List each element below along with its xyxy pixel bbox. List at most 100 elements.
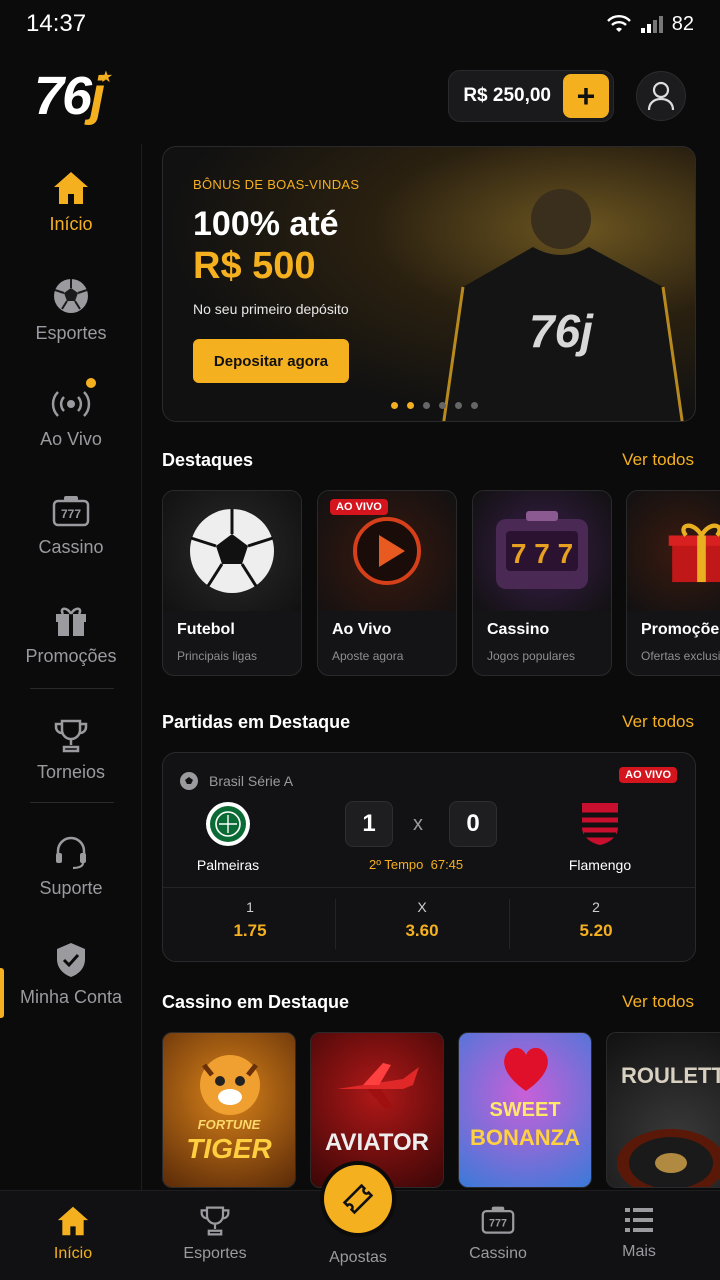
sidebar-item-torneios[interactable]: Torneios xyxy=(0,700,142,800)
away-team[interactable]: Flamengo xyxy=(535,801,665,873)
sidebar-item-ao-vivo[interactable]: Ao Vivo xyxy=(0,368,142,468)
tab-apostas[interactable]: Apostas xyxy=(303,1249,413,1267)
carousel-dot[interactable] xyxy=(391,402,398,409)
tab-esportes[interactable]: Esportes xyxy=(160,1205,270,1263)
game-card-sweet-bonanza[interactable]: SWEET BONANZA xyxy=(458,1032,592,1188)
slot-machine-icon: 7 7 7 xyxy=(496,511,588,589)
odd-divider xyxy=(509,899,510,949)
game-card-aviator[interactable]: AVIATOR xyxy=(310,1032,444,1188)
game-title: AVIATOR xyxy=(324,1129,429,1156)
balance-pill[interactable]: R$ 250,00 + xyxy=(448,70,614,122)
sidebar-item-promocoes[interactable]: Promoções xyxy=(0,584,142,684)
odds-divider xyxy=(163,887,695,888)
svg-text:777: 777 xyxy=(489,1217,507,1229)
sidebar-item-label: Esportes xyxy=(35,322,107,343)
odd-label: 2 xyxy=(592,899,600,915)
soccer-ball-icon xyxy=(54,278,88,313)
tab-label: Início xyxy=(53,1245,93,1262)
sidebar-item-label: Cassino xyxy=(38,536,104,557)
odd-draw[interactable]: X 3.60 xyxy=(337,899,507,941)
featured-match-card[interactable]: Brasil Série A AO VIVO Palmeiras 1 x 0 F… xyxy=(162,752,696,962)
card-subtitle: Jogos populares xyxy=(487,649,576,663)
odd-value: 1.75 xyxy=(233,921,267,940)
play-icon xyxy=(353,517,421,585)
sidebar-item-esportes[interactable]: Esportes xyxy=(0,260,142,360)
live-badge: AO VIVO xyxy=(330,499,388,515)
tab-mais[interactable]: Mais xyxy=(584,1205,694,1261)
away-score: 0 xyxy=(449,801,497,847)
odd-value: 3.60 xyxy=(405,921,439,940)
card-subtitle: Principais ligas xyxy=(177,649,258,663)
carousel-dot[interactable] xyxy=(455,402,462,409)
trophy-icon xyxy=(200,1206,230,1236)
carousel-dot[interactable] xyxy=(471,402,478,409)
gift-icon xyxy=(668,523,720,583)
sidebar-item-suporte[interactable]: Suporte xyxy=(0,816,142,916)
logo-star-icon: ★ xyxy=(98,69,113,86)
tab-inicio[interactable]: Início xyxy=(18,1205,128,1263)
profile-button[interactable] xyxy=(636,71,686,121)
carousel-dot[interactable] xyxy=(439,402,446,409)
headset-icon xyxy=(56,836,86,869)
sidebar-item-label: Promoções xyxy=(25,645,117,666)
sidebar-item-label: Torneios xyxy=(36,761,106,782)
match-period: 2º Tempo xyxy=(369,857,424,872)
tab-label: Apostas xyxy=(329,1249,387,1266)
status-icons: 82 xyxy=(606,13,694,36)
tab-cassino[interactable]: 777 Cassino xyxy=(443,1205,553,1263)
game-title-top: SWEET xyxy=(489,1099,561,1121)
sidebar-divider xyxy=(30,688,114,689)
status-bar: 14:37 82 xyxy=(0,0,720,48)
sidebar-item-minha-conta[interactable]: Minha Conta xyxy=(0,924,142,1024)
game-title-top: FORTUNE xyxy=(197,1117,261,1132)
sidebar-item-inicio[interactable]: Início xyxy=(0,152,142,252)
balance-amount: R$ 250,00 xyxy=(463,85,551,106)
sidebar-item-cassino[interactable]: 777 Cassino xyxy=(0,476,142,576)
carousel-dots xyxy=(391,402,478,409)
match-league: Brasil Série A xyxy=(179,771,293,791)
matches-see-all-link[interactable]: Ver todos xyxy=(622,712,694,732)
brand-logo[interactable]: 76j ★ xyxy=(34,65,113,127)
carousel-dot[interactable] xyxy=(423,402,430,409)
match-time: 67:45 xyxy=(430,857,464,872)
game-card-roulette[interactable]: ROULETTE xyxy=(606,1032,720,1188)
sidebar-item-label: Ao Vivo xyxy=(40,428,102,449)
highlight-card-promocoes[interactable]: Promoções Ofertas exclusivas xyxy=(626,490,720,676)
odd-divider xyxy=(335,899,336,949)
deposit-now-button[interactable]: Depositar agora xyxy=(193,339,349,383)
banner-amount: R$ 500 xyxy=(193,245,316,287)
live-broadcast-icon xyxy=(51,390,91,417)
gift-icon xyxy=(56,607,86,636)
card-subtitle: Aposte agora xyxy=(332,649,404,663)
app-header: 76j ★ R$ 250,00 + xyxy=(0,48,720,144)
carousel-dot[interactable] xyxy=(407,402,414,409)
game-card-fortune-tiger[interactable]: FORTUNE TIGER xyxy=(162,1032,296,1188)
sidebar-item-label: Suporte xyxy=(39,877,103,898)
flamengo-crest-icon xyxy=(582,803,618,845)
section-title-matches: Partidas em Destaque xyxy=(162,712,351,732)
bet-slip-button[interactable] xyxy=(324,1165,392,1233)
deposit-button[interactable]: + xyxy=(563,74,609,118)
live-badge: AO VIVO xyxy=(619,767,677,783)
away-team-name: Flamengo xyxy=(568,857,632,873)
highlights-see-all-link[interactable]: Ver todos xyxy=(622,450,694,470)
casino-see-all-link[interactable]: Ver todos xyxy=(622,992,694,1012)
highlight-card-futebol[interactable]: Futebol Principais ligas xyxy=(162,490,302,676)
odd-home[interactable]: 1 1.75 xyxy=(165,899,335,941)
tab-label: Esportes xyxy=(183,1245,247,1262)
promo-banner[interactable]: 76j BÔNUS DE BOAS-VINDAS 100% até R$ 500… xyxy=(162,146,696,422)
sidebar-divider xyxy=(30,802,114,803)
highlight-card-ao-vivo[interactable]: AO VIVO Ao Vivo Aposte agora xyxy=(317,490,457,676)
card-title: Futebol xyxy=(177,621,235,638)
card-title: Cassino xyxy=(487,621,550,638)
highlight-card-cassino[interactable]: 7 7 7 Cassino Jogos populares xyxy=(472,490,612,676)
bottom-nav: Início Esportes Apostas 777 Cassino Mais xyxy=(0,1165,720,1280)
soccer-ball-icon xyxy=(190,509,274,593)
odd-away[interactable]: 2 5.20 xyxy=(511,899,681,941)
score-separator: x xyxy=(413,813,423,835)
sidebar-item-label: Início xyxy=(49,213,93,234)
home-team[interactable]: Palmeiras xyxy=(163,801,293,873)
banner-subtitle: No seu primeiro depósito xyxy=(193,301,349,317)
logo-text: 76 xyxy=(34,66,92,126)
banner-kicker: BÔNUS DE BOAS-VINDAS xyxy=(193,177,360,192)
